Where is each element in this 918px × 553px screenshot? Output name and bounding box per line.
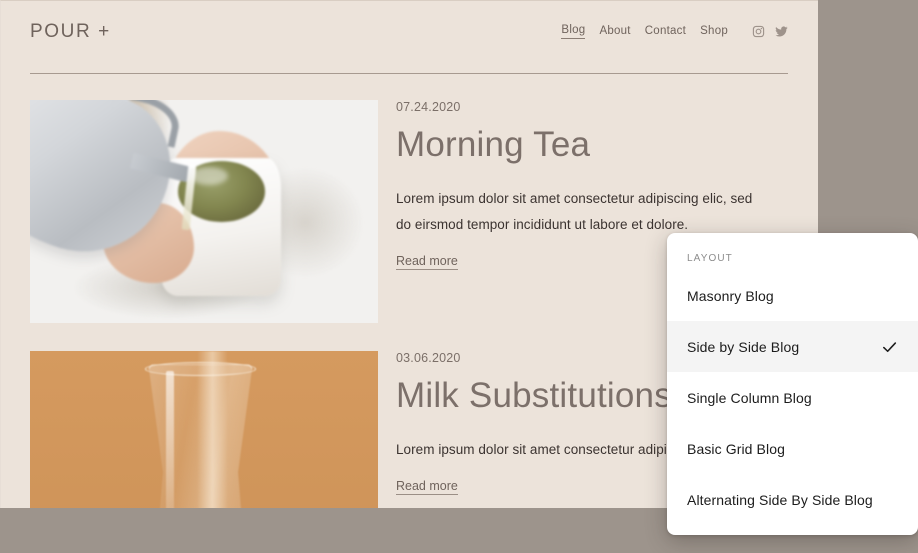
dropdown-item-single-column-blog[interactable]: Single Column Blog [667,372,918,423]
dropdown-item-label: Single Column Blog [687,389,812,406]
dropdown-item-basic-grid-blog[interactable]: Basic Grid Blog [667,423,918,474]
post-excerpt: Lorem ipsum dolor sit amet consectetur a… [396,190,753,232]
dropdown-item-label: Basic Grid Blog [687,440,785,457]
pouring-tea-photo [30,100,378,323]
instagram-icon[interactable] [752,25,765,38]
dropdown-item-label: Side by Side Blog [687,338,800,355]
post-date: 07.24.2020 [396,100,461,114]
dropdown-section-heading: LAYOUT [687,253,733,264]
dropdown-item-side-by-side-blog[interactable]: Side by Side Blog [667,321,918,372]
post-thumbnail-morning-tea[interactable] [30,100,378,323]
main-navigation: Blog About Contact Shop [561,24,788,39]
glass-carafe-photo [30,351,378,508]
post-title[interactable]: Morning Tea [396,126,796,164]
check-icon [881,338,898,355]
layout-dropdown-menu[interactable]: LAYOUT Masonry Blog Side by Side Blog Si… [667,233,918,535]
dropdown-item-alternating-side-by-side-blog[interactable]: Alternating Side By Side Blog [667,474,918,525]
nav-item-about[interactable]: About [599,25,630,39]
twitter-icon[interactable] [775,25,788,38]
brand-logo[interactable]: POUR + [30,21,111,43]
nav-item-shop[interactable]: Shop [700,25,728,39]
dropdown-item-label: Masonry Blog [687,287,774,304]
nav-item-contact[interactable]: Contact [645,25,686,39]
read-more-link[interactable]: Read more [396,479,458,495]
site-header: POUR + Blog About Contact Shop [0,0,818,74]
social-links [752,25,788,38]
post-thumbnail-milk-substitutions[interactable] [30,351,378,508]
header-divider [30,73,788,74]
read-more-link[interactable]: Read more [396,254,458,270]
dropdown-item-label: Alternating Side By Side Blog [687,491,873,508]
nav-item-blog[interactable]: Blog [561,24,586,39]
dropdown-item-masonry-blog[interactable]: Masonry Blog [667,270,918,321]
